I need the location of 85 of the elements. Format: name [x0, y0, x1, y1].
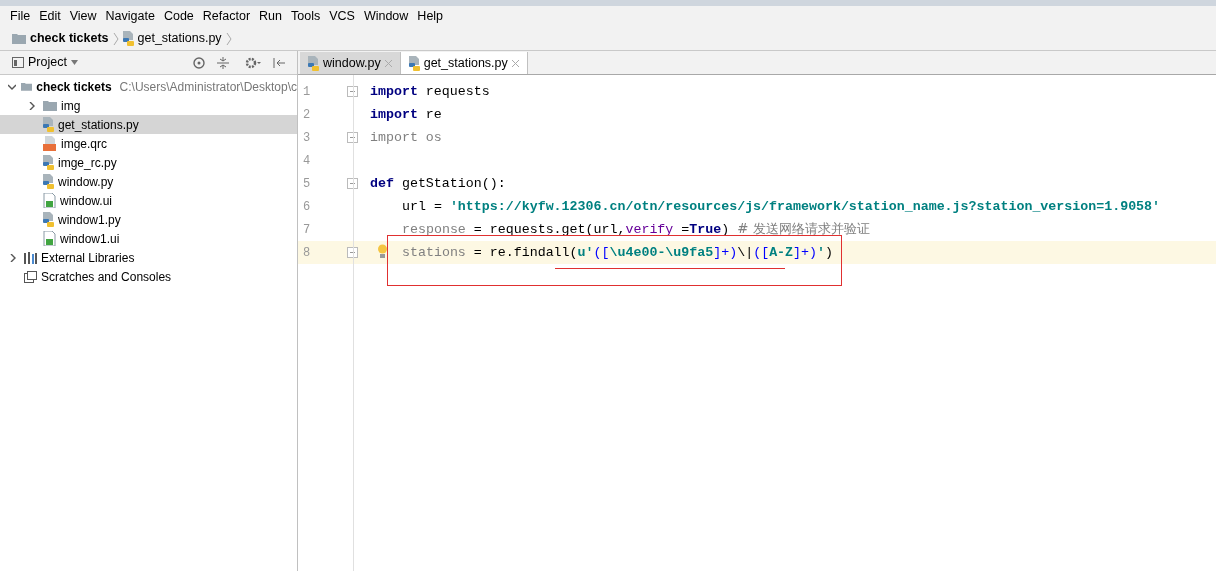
python-file-icon — [43, 174, 54, 189]
tree-item-label: window1.ui — [60, 230, 120, 248]
code-line: stations = re.findall(u'([\u4e00-\u9fa5]+)\|([A-Z]+)') — [402, 243, 833, 262]
tree-item-label: External Libraries — [41, 249, 135, 267]
tree-item-label: Scratches and Consoles — [41, 268, 172, 286]
panel-title[interactable]: Project — [28, 53, 67, 72]
fold-marker-icon[interactable] — [346, 178, 358, 189]
menu-item[interactable]: File — [10, 7, 31, 26]
chevron-right-icon[interactable] — [9, 253, 17, 262]
folder-icon — [43, 100, 57, 111]
python-file-icon — [43, 117, 54, 132]
tree-item[interactable]: window.py — [0, 172, 297, 191]
fold-marker-icon[interactable] — [346, 132, 358, 143]
line-number: 1 — [302, 83, 312, 101]
line-number: 6 — [302, 198, 312, 216]
tree-item-label: get_stations.py — [58, 116, 139, 134]
chevron-right-icon — [225, 31, 232, 46]
menu-item[interactable]: VCS — [329, 7, 355, 26]
dropdown-caret-icon[interactable] — [70, 60, 78, 65]
library-icon — [24, 251, 37, 264]
tree-item-label: check tickets — [36, 78, 112, 96]
tree-item[interactable]: img — [0, 96, 297, 115]
menu-item[interactable]: Refactor — [202, 7, 251, 26]
code-line: import os — [370, 128, 442, 147]
tree-item[interactable]: window.ui — [0, 191, 297, 210]
tree-item[interactable]: window1.py — [0, 210, 297, 229]
editor-tab[interactable]: get_stations.py — [400, 52, 528, 74]
python-file-icon — [122, 31, 134, 46]
tree-item[interactable]: External Libraries — [0, 248, 297, 267]
chevron-down-icon[interactable] — [7, 82, 16, 91]
line-number: 2 — [302, 106, 312, 124]
code-line: url = 'https://kyfw.12306.cn/otn/resources/js/framework/station_name.js?station_version=1.9058' — [402, 197, 1161, 216]
target-icon[interactable] — [193, 56, 205, 69]
line-number: 8 — [302, 244, 312, 262]
breadcrumb-item[interactable]: check tickets — [30, 29, 109, 48]
tree-item-path: C:\Users\Administrator\Desktop\c — [119, 78, 297, 96]
editor-tab[interactable]: window.py — [300, 52, 401, 74]
code-line: import re — [370, 105, 442, 124]
ui-file-icon — [43, 193, 56, 208]
menu-item[interactable]: Tools — [291, 7, 321, 26]
menu-item[interactable]: View — [69, 7, 97, 26]
chevron-right-icon[interactable] — [28, 101, 36, 110]
menu-item[interactable]: Window — [363, 7, 409, 26]
menu-item[interactable]: Navigate — [105, 7, 155, 26]
code-line: import requests — [370, 82, 490, 101]
tree-item[interactable]: get_stations.py — [0, 115, 297, 134]
fold-marker-icon[interactable] — [346, 86, 358, 97]
tree-item-label: window.ui — [60, 192, 113, 210]
tree-item-label: window.py — [58, 173, 114, 191]
menu-item[interactable]: Help — [417, 7, 444, 26]
tree-item-label: imge.qrc — [61, 135, 107, 153]
tree-item-label: window1.py — [58, 211, 121, 229]
line-number: 4 — [302, 152, 312, 170]
lightbulb-icon[interactable] — [377, 243, 388, 259]
resource-file-icon — [43, 136, 57, 151]
settings-icon[interactable] — [245, 56, 261, 69]
panel-icon — [12, 57, 24, 68]
menu-item[interactable]: Edit — [39, 7, 61, 26]
fold-marker-icon[interactable] — [346, 247, 358, 258]
close-icon[interactable] — [511, 59, 519, 67]
menu-item[interactable]: Run — [259, 7, 282, 26]
tree-item-label: imge_rc.py — [58, 154, 117, 172]
tree-item[interactable]: check tickets C:\Users\Administrator\Desktop\c — [0, 77, 297, 96]
code-line: def getStation(): — [370, 174, 506, 193]
collapse-icon[interactable] — [217, 56, 229, 69]
ui-file-icon — [43, 231, 56, 246]
folder-icon — [12, 33, 26, 44]
breadcrumb-item[interactable]: get_stations.py — [137, 29, 222, 48]
folder-icon — [21, 81, 33, 92]
python-file-icon — [43, 212, 54, 227]
tree-item[interactable]: window1.ui — [0, 229, 297, 248]
tree-item[interactable]: imge_rc.py — [0, 153, 297, 172]
menu-item[interactable]: Code — [163, 7, 194, 26]
line-number: 5 — [302, 175, 312, 193]
line-number: 7 — [302, 221, 312, 239]
tree-item[interactable]: imge.qrc — [0, 134, 297, 153]
chevron-right-icon — [112, 31, 119, 46]
hide-panel-icon[interactable] — [273, 56, 285, 69]
python-file-icon — [43, 155, 54, 170]
python-file-icon — [308, 55, 319, 71]
line-number: 3 — [302, 129, 312, 147]
tree-item-label: img — [61, 97, 81, 115]
tree-item[interactable]: Scratches and Consoles — [0, 267, 297, 286]
console-icon — [24, 270, 37, 283]
python-file-icon — [408, 55, 420, 71]
